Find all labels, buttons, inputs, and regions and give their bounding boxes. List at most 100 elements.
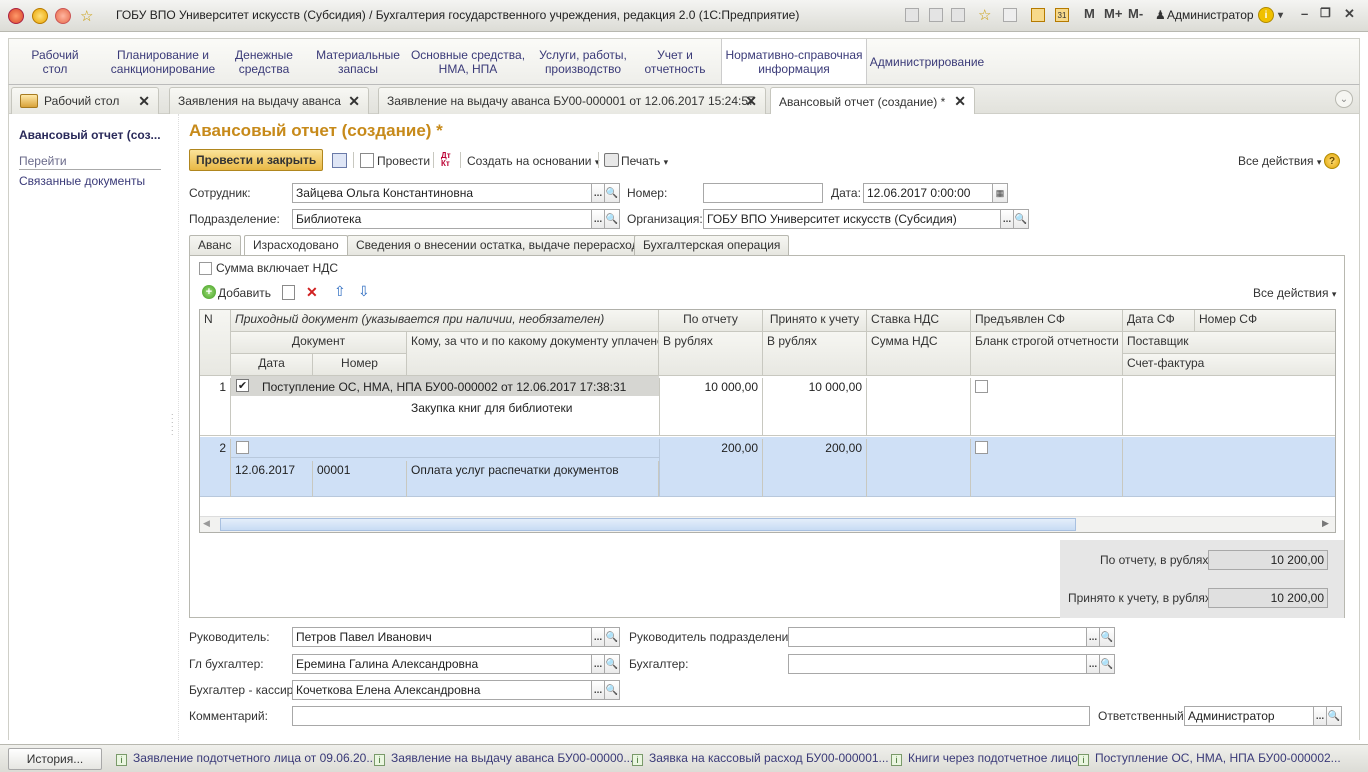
restore-button[interactable]: ❐ [1320, 6, 1331, 20]
copy-row-icon[interactable] [282, 285, 295, 300]
print-icon[interactable] [929, 8, 943, 22]
col-document[interactable]: Документ [231, 332, 407, 354]
cashier-field[interactable]: Кочеткова Елена Александровна [292, 680, 592, 700]
tab-expense-report[interactable]: Авансовый отчет (создание) * ✕ [770, 87, 975, 115]
col-invoice-date[interactable]: Дата СФ [1123, 310, 1195, 332]
home-icon[interactable] [55, 8, 71, 24]
select-button[interactable]: ... [1313, 706, 1327, 726]
help-icon[interactable]: ? [1324, 153, 1340, 169]
history-item[interactable]: i Книги через подотчетное лицо [891, 751, 1078, 766]
select-button[interactable]: ... [1086, 654, 1100, 674]
search-icon[interactable]: 🔍 [604, 654, 620, 674]
create-based-on-button[interactable]: Создать на основании ▾ [467, 154, 599, 168]
all-actions-button[interactable]: Все действия ▾ [1238, 154, 1321, 168]
print-button[interactable]: Печать ▾ [621, 154, 668, 168]
tab-advance-requests[interactable]: Заявления на выдачу аванса ✕ [169, 87, 369, 114]
invoice-presented-cell[interactable] [971, 378, 1123, 436]
search-icon[interactable]: 🔍 [1326, 706, 1342, 726]
section-accounting[interactable]: Учет и отчетность [639, 39, 711, 84]
purpose-cell[interactable]: Закупка книг для библиотеки [407, 399, 659, 435]
preview-icon[interactable] [951, 8, 965, 22]
calendar-icon[interactable]: ▦ [992, 183, 1008, 203]
col-by-report[interactable]: По отчету [659, 310, 763, 332]
select-button[interactable]: ... [1086, 627, 1100, 647]
search-icon[interactable]: 🔍 [604, 209, 620, 229]
add-row-button[interactable]: Добавить [218, 286, 271, 300]
dept-head-field[interactable] [788, 627, 1088, 647]
app-logo-icon[interactable] [8, 8, 24, 24]
col-n[interactable]: N [200, 310, 231, 376]
favorite-star-icon[interactable]: ☆ [80, 7, 93, 25]
col-accepted[interactable]: Принято к учету [763, 310, 867, 332]
invoice-presented-checkbox[interactable] [975, 441, 988, 454]
calculator-icon[interactable] [1031, 8, 1045, 22]
close-icon[interactable]: ✕ [348, 93, 360, 110]
search-icon[interactable]: 🔍 [604, 183, 620, 203]
section-desktop[interactable]: Рабочий стол [19, 39, 91, 84]
accountant-field[interactable] [788, 654, 1088, 674]
chief-accountant-field[interactable]: Еремина Галина Александровна [292, 654, 592, 674]
purpose-cell[interactable]: Оплата услуг распечатки документов [407, 461, 659, 497]
history-item[interactable]: i Поступление ОС, НМА, НПА БУ00-000002... [1078, 751, 1341, 766]
by-report-cell[interactable]: 200,00 [659, 439, 763, 497]
close-icon[interactable]: ✕ [745, 93, 757, 110]
head-field[interactable]: Петров Павел Иванович [292, 627, 592, 647]
move-up-icon[interactable]: ⇧ [334, 283, 346, 300]
minimize-button[interactable]: – [1301, 6, 1308, 21]
col-by-report-rub[interactable]: В рублях [659, 332, 763, 376]
select-button[interactable]: ... [591, 654, 605, 674]
comment-field[interactable] [292, 706, 1090, 726]
memory-plus-button[interactable]: M+ [1104, 6, 1122, 21]
save-icon[interactable] [332, 153, 347, 168]
main-menu-icon[interactable] [32, 8, 48, 24]
expense-table[interactable]: N Приходный документ (указывается при на… [199, 309, 1336, 533]
dropdown-arrow-icon[interactable]: ▾ [1278, 10, 1283, 21]
memory-m-button[interactable]: M [1084, 6, 1095, 21]
vat-included-checkbox[interactable] [199, 262, 212, 275]
col-accepted-rub[interactable]: В рублях [763, 332, 867, 376]
nav-current-item[interactable]: Авансовый отчет (соз... [19, 128, 161, 142]
history-button[interactable]: История... [8, 748, 102, 770]
department-field[interactable]: Библиотека [292, 209, 592, 229]
col-number[interactable]: Номер [313, 354, 407, 376]
close-icon[interactable]: ✕ [138, 93, 150, 110]
dt-kt-icon[interactable]: Дт Кт [441, 152, 451, 168]
user-name[interactable]: Администратор [1167, 8, 1254, 22]
delete-row-icon[interactable]: ✕ [306, 284, 318, 301]
accepted-cell[interactable]: 10 000,00 [763, 378, 867, 436]
tab-remainder[interactable]: Сведения о внесении остатка, выдаче пере… [347, 235, 655, 255]
col-invoice-number[interactable]: Номер СФ [1195, 310, 1335, 332]
income-doc-cell[interactable]: Поступление ОС, НМА, НПА БУ00-000002 от … [258, 378, 658, 396]
col-income-doc[interactable]: Приходный документ (указывается при нали… [231, 310, 659, 332]
col-strict-form[interactable]: Бланк строгой отчетности [971, 332, 1123, 376]
col-vat-sum[interactable]: Сумма НДС [867, 332, 971, 376]
vat-cell[interactable] [867, 378, 971, 436]
tab-accounting-entry[interactable]: Бухгалтерская операция [634, 235, 790, 255]
vat-cell[interactable] [867, 439, 971, 497]
select-button[interactable]: ... [1000, 209, 1014, 229]
calendar-icon[interactable]: 31 [1055, 8, 1069, 22]
select-button[interactable]: ... [591, 627, 605, 647]
col-date[interactable]: Дата [231, 354, 313, 376]
number-field[interactable] [703, 183, 823, 203]
col-vat-rate[interactable]: Ставка НДС [867, 310, 971, 332]
doc-checkbox[interactable] [236, 441, 249, 454]
section-materials[interactable]: Материальные запасы [315, 39, 401, 84]
invoice-presented-checkbox[interactable] [975, 380, 988, 393]
close-icon[interactable]: ✕ [954, 93, 966, 110]
doc-checkbox[interactable]: ✔ [236, 379, 249, 392]
history-item[interactable]: i Заявление подотчетного лица от 09.06.20… [116, 751, 376, 766]
date-cell[interactable]: 12.06.2017 [231, 461, 313, 497]
scroll-left-icon[interactable]: ◀ [203, 518, 210, 529]
scroll-thumb[interactable] [220, 518, 1076, 531]
search-icon[interactable]: 🔍 [1099, 654, 1115, 674]
invoice-presented-cell[interactable] [971, 439, 1123, 497]
favorites-add-icon[interactable]: ☆ [978, 6, 991, 24]
section-admin[interactable]: Администрирование [870, 39, 984, 84]
date-field[interactable]: 12.06.2017 0:00:00 [863, 183, 993, 203]
col-supplier[interactable]: Поставщик [1123, 332, 1335, 354]
splitter-handle[interactable]: ::: [171, 412, 174, 437]
move-down-icon[interactable]: ⇩ [358, 283, 370, 300]
tab-spent[interactable]: Израсходовано [244, 235, 348, 256]
col-invoice-presented[interactable]: Предъявлен СФ [971, 310, 1123, 332]
